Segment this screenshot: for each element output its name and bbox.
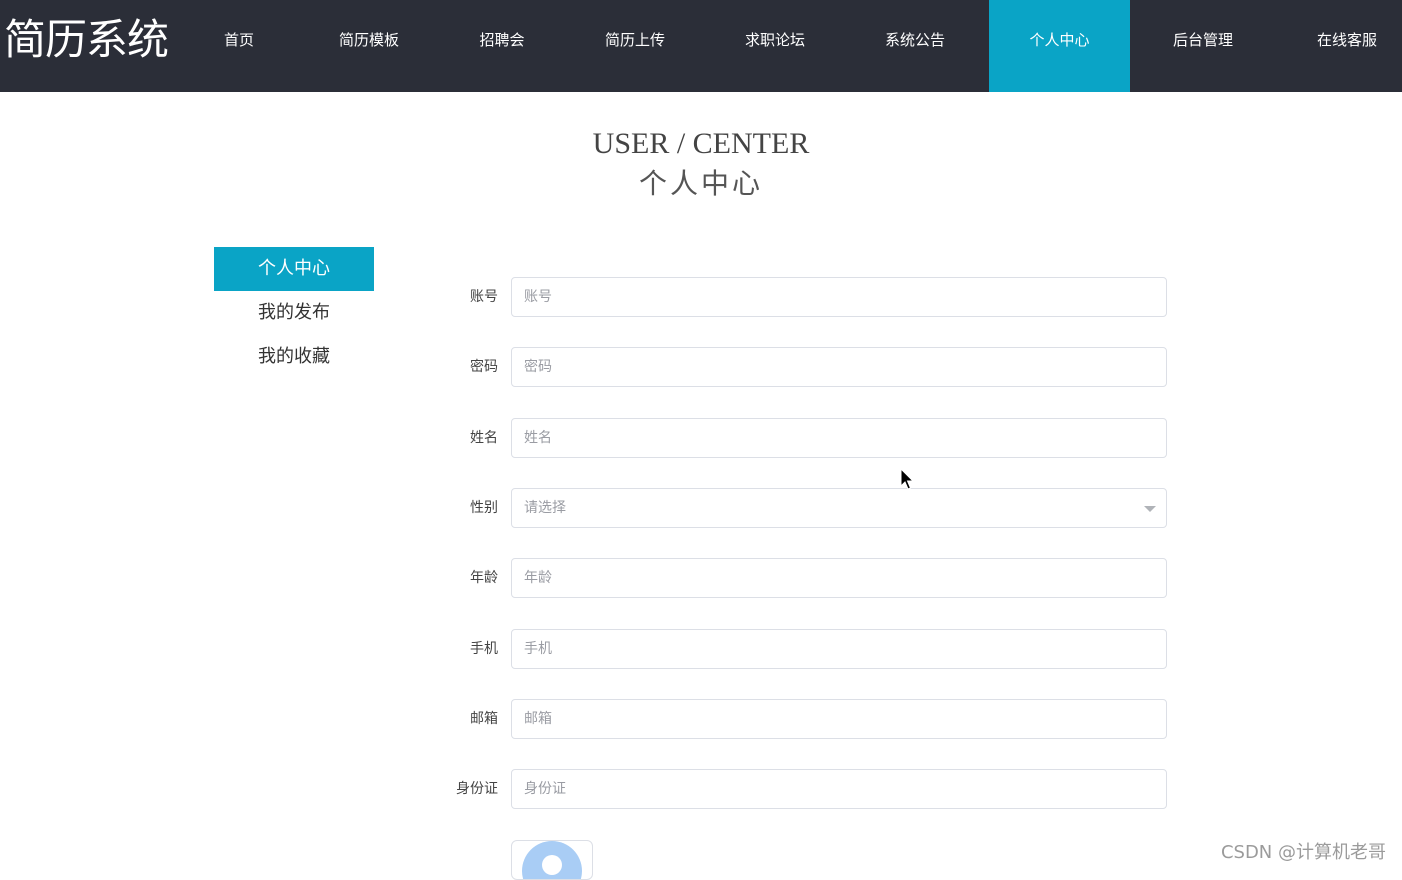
nav-user-center[interactable]: 个人中心	[989, 0, 1130, 92]
account-input[interactable]	[511, 277, 1167, 317]
nav-job-forum[interactable]: 求职论坛	[730, 0, 820, 92]
page-title-en: USER / CENTER	[592, 127, 810, 160]
name-input[interactable]	[511, 418, 1167, 458]
top-navbar: 简历系统 首页 简历模板 招聘会 简历上传 求职论坛 系统公告 个人中心 后台管…	[0, 0, 1402, 92]
email-input[interactable]	[511, 699, 1167, 739]
id-card-input[interactable]	[511, 769, 1167, 809]
phone-input[interactable]	[511, 629, 1167, 669]
watermark: CSDN @计算机老哥	[1220, 842, 1386, 863]
chevron-down-icon	[1144, 506, 1156, 512]
age-label: 年龄	[470, 570, 498, 586]
account-label: 账号	[470, 289, 498, 305]
name-label: 姓名	[470, 430, 498, 446]
phone-label: 手机	[470, 641, 498, 657]
gender-label: 性别	[470, 500, 498, 516]
id-card-label: 身份证	[456, 781, 498, 797]
nav-online-service[interactable]: 在线客服	[1302, 0, 1392, 92]
site-logo[interactable]: 简历系统	[4, 14, 169, 66]
avatar-icon	[522, 841, 582, 879]
nav-announcements[interactable]: 系统公告	[870, 0, 960, 92]
gender-select[interactable]: 请选择	[511, 488, 1167, 528]
nav-resume-upload[interactable]: 简历上传	[590, 0, 680, 92]
nav-home[interactable]: 首页	[208, 0, 270, 92]
nav-resume-templates[interactable]: 简历模板	[324, 0, 414, 92]
sidebar-item-my-posts[interactable]: 我的发布	[214, 291, 374, 335]
email-label: 邮箱	[470, 711, 498, 727]
gender-select-placeholder: 请选择	[524, 500, 566, 516]
password-label: 密码	[470, 359, 498, 375]
nav-job-fair[interactable]: 招聘会	[466, 0, 538, 92]
mouse-cursor-icon	[900, 468, 915, 490]
age-input[interactable]	[511, 558, 1167, 598]
sidebar-item-user-center[interactable]: 个人中心	[214, 247, 374, 291]
sidebar-item-my-favorites[interactable]: 我的收藏	[214, 335, 374, 379]
page-title-cn: 个人中心	[638, 167, 763, 200]
nav-admin[interactable]: 后台管理	[1158, 0, 1248, 92]
avatar-upload[interactable]	[511, 840, 593, 880]
password-input[interactable]	[511, 347, 1167, 387]
